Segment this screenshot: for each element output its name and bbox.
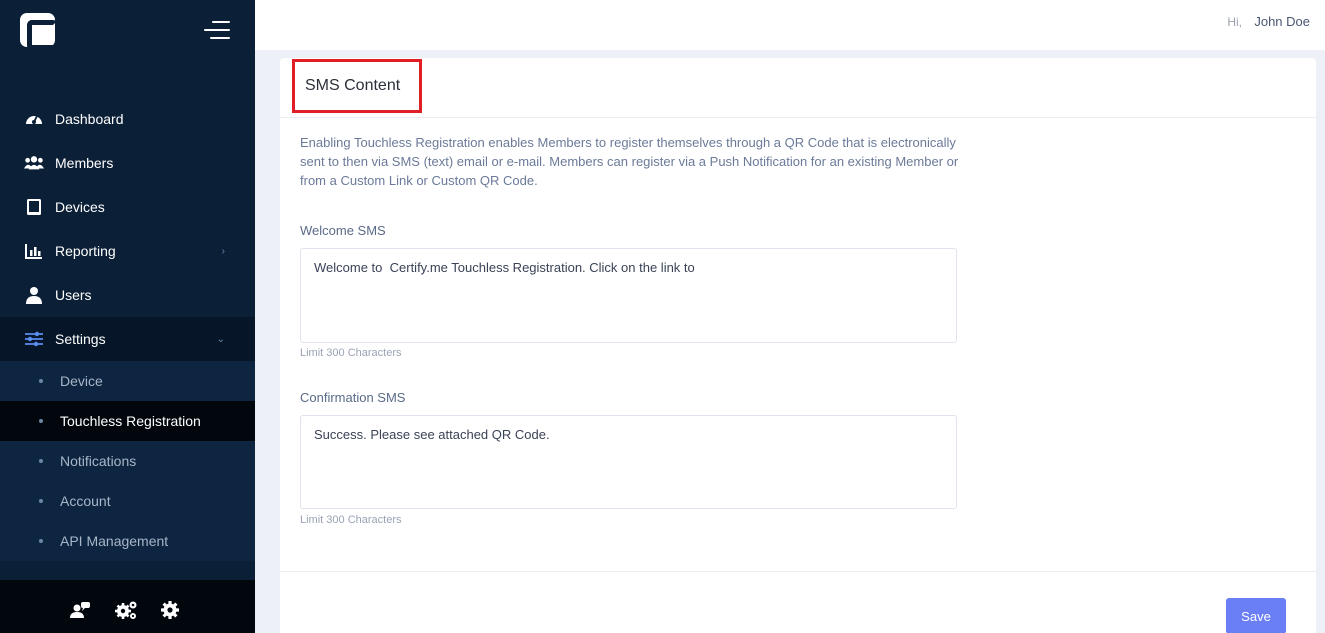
welcome-sms-textarea[interactable]: Welcome to Certify.me Touchless Registra… xyxy=(300,248,957,343)
welcome-sms-limit-hint: Limit 300 Characters xyxy=(300,347,402,359)
dashboard-icon xyxy=(24,109,44,129)
brand-logo[interactable] xyxy=(20,13,58,50)
menu-toggle-icon[interactable] xyxy=(204,21,230,41)
description-text: Enabling Touchless Registration enables … xyxy=(300,135,959,188)
chevron-down-icon: ⌄ xyxy=(216,333,225,345)
sidebar-item-label: Settings xyxy=(55,331,106,347)
sidebar-subitem-label: Touchless Registration xyxy=(60,413,201,429)
card-title-highlight: SMS Content xyxy=(292,59,422,113)
sidebar-item-label: Reporting xyxy=(55,243,116,259)
sidebar: Dashboard Members Devices Reporting › Us… xyxy=(0,0,255,633)
gear-icon[interactable] xyxy=(159,599,181,621)
bar-chart-icon xyxy=(24,241,44,261)
save-button[interactable]: Save xyxy=(1226,598,1286,633)
sidebar-subitem-label: API Management xyxy=(60,533,169,549)
greeting-text: Hi, xyxy=(1227,15,1242,29)
sidebar-subitem-label: Account xyxy=(60,493,111,509)
tablet-icon xyxy=(24,197,44,217)
sidebar-item-reporting[interactable]: Reporting › xyxy=(0,229,255,273)
sidebar-subitem-label: Notifications xyxy=(60,453,137,469)
topbar: Hi, John Doe xyxy=(255,0,1325,50)
sidebar-item-label: Users xyxy=(55,287,92,303)
card-footer-divider xyxy=(280,571,1316,572)
user-chat-icon[interactable] xyxy=(69,599,91,621)
confirmation-sms-label: Confirmation SMS xyxy=(300,390,406,405)
sidebar-subitem-label: Device xyxy=(60,373,103,389)
sidebar-footer xyxy=(0,580,255,633)
sidebar-subitem-api-management[interactable]: API Management xyxy=(0,521,255,561)
user-menu[interactable]: John Doe xyxy=(1254,14,1310,29)
sidebar-subitem-device[interactable]: Device xyxy=(0,361,255,401)
sidebar-item-label: Devices xyxy=(55,199,105,215)
sidebar-subitem-account[interactable]: Account xyxy=(0,481,255,521)
sidebar-item-settings[interactable]: Settings ⌄ xyxy=(0,317,255,361)
sidebar-item-dashboard[interactable]: Dashboard xyxy=(0,97,255,141)
confirmation-sms-limit-hint: Limit 300 Characters xyxy=(300,514,402,526)
gears-icon[interactable] xyxy=(114,599,137,621)
welcome-sms-label: Welcome SMS xyxy=(300,223,386,238)
user-icon xyxy=(24,285,44,305)
sliders-icon xyxy=(24,329,44,349)
sidebar-item-members[interactable]: Members xyxy=(0,141,255,185)
confirmation-sms-textarea[interactable]: Success. Please see attached QR Code. xyxy=(300,415,957,509)
sidebar-subitem-touchless-registration[interactable]: Touchless Registration xyxy=(0,401,255,441)
card-header: SMS Content xyxy=(280,58,1316,118)
sidebar-item-label: Members xyxy=(55,155,114,171)
card-title: SMS Content xyxy=(305,77,401,94)
members-icon xyxy=(24,153,44,173)
sidebar-item-users[interactable]: Users xyxy=(0,273,255,317)
chevron-right-icon: › xyxy=(221,245,225,257)
sidebar-item-devices[interactable]: Devices xyxy=(0,185,255,229)
sms-content-card: SMS Content Enabling Touchless Registrat… xyxy=(280,58,1316,633)
sidebar-item-label: Dashboard xyxy=(55,111,124,127)
sidebar-subitem-notifications[interactable]: Notifications xyxy=(0,441,255,481)
